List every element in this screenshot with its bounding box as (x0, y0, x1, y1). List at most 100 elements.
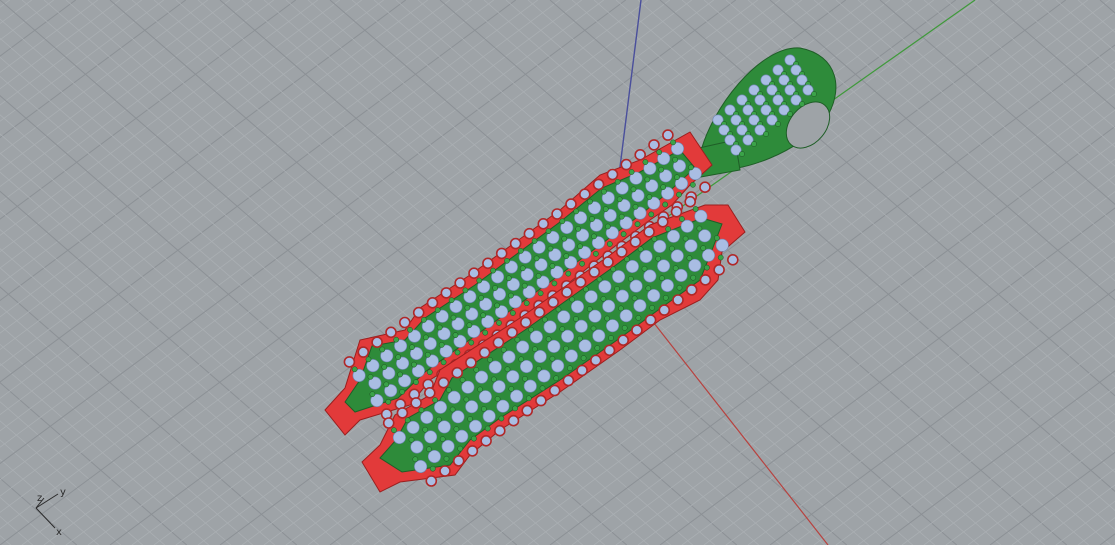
gemstone (475, 370, 489, 384)
prong (473, 367, 480, 373)
edge-gemstone (699, 181, 711, 193)
world-z-axis (618, 0, 642, 176)
prong (476, 277, 483, 284)
prong (614, 286, 620, 292)
gemstone (629, 279, 643, 293)
prong (606, 241, 613, 247)
prong (637, 246, 644, 253)
edge-gemstone (451, 366, 464, 379)
prong (583, 286, 589, 293)
edge-gemstone (506, 326, 518, 339)
edge-gemstone (482, 257, 494, 270)
prong (672, 265, 679, 272)
prong (644, 176, 651, 183)
gemstone (533, 349, 547, 363)
pendant-bail[interactable] (689, 47, 839, 179)
prong (519, 265, 526, 272)
prong (506, 275, 512, 282)
prong (576, 335, 583, 342)
edge-gemstone (656, 216, 669, 228)
prong (490, 267, 496, 274)
gemstone (694, 209, 708, 223)
prong (508, 292, 514, 299)
prong (532, 346, 538, 353)
prong (587, 198, 593, 205)
edge-gemstone (521, 404, 534, 417)
gemstone (392, 430, 406, 444)
prong (669, 245, 675, 252)
grid-line (857, 0, 1115, 225)
grid-line (659, 0, 1115, 397)
edge-gemstone (643, 226, 655, 238)
edge-gemstone (523, 227, 536, 240)
prong (555, 306, 562, 313)
prong (478, 295, 485, 301)
prong (408, 436, 415, 443)
gemstone (492, 380, 506, 394)
prong (463, 396, 470, 403)
prong (457, 445, 464, 452)
prong (549, 355, 556, 362)
gemstone (584, 290, 598, 304)
grid-line (945, 419, 1115, 545)
gemstone (557, 310, 571, 324)
prong (459, 377, 466, 383)
gemstone (605, 319, 619, 333)
gemstone (519, 359, 533, 373)
prong (429, 465, 436, 472)
prong (594, 345, 601, 351)
gemstone (451, 410, 465, 424)
3d-viewport[interactable]: z y x (0, 0, 1115, 545)
gemstone (660, 278, 674, 292)
prong (686, 255, 693, 261)
edge-gemstone (423, 386, 436, 399)
gemstone (424, 430, 438, 444)
gemstone (670, 249, 684, 263)
viewport-canvas[interactable]: z y x (0, 0, 1115, 545)
prong (539, 385, 546, 392)
prong (642, 159, 649, 165)
gemstone (647, 288, 661, 302)
prong (496, 320, 502, 326)
prong (422, 426, 429, 433)
prong (383, 381, 390, 388)
prong (450, 314, 457, 321)
prong (676, 191, 682, 198)
grid-line (835, 337, 1115, 545)
prong (704, 264, 710, 271)
prong (714, 235, 720, 241)
gemstone (592, 329, 606, 343)
edge-gemstone (634, 149, 647, 161)
edge-gemstone (589, 354, 602, 367)
grid-line (923, 403, 1115, 545)
edge-gemstone (465, 356, 477, 369)
prong (593, 250, 599, 257)
gemstone (639, 250, 653, 264)
gemstone (633, 299, 647, 313)
prong (696, 225, 703, 232)
edge-gemstone (437, 376, 450, 389)
edge-gemstone (547, 296, 560, 309)
prong (418, 407, 425, 413)
edge-gemstone (672, 294, 684, 306)
prong (367, 373, 374, 380)
prong (692, 206, 699, 212)
gemstone (701, 248, 715, 262)
edge-gemstone (371, 336, 383, 349)
edge-gemstone (535, 394, 547, 407)
prong (391, 427, 397, 434)
gemstone (615, 289, 629, 303)
edge-gemstone (574, 276, 587, 289)
prong (413, 379, 419, 385)
prong (510, 310, 516, 316)
gemstone (502, 350, 516, 364)
prong (645, 285, 652, 292)
edge-gemstone (617, 334, 630, 347)
gemstone (684, 239, 698, 253)
prong (549, 263, 556, 269)
prong (467, 416, 473, 422)
gemstone (570, 300, 584, 314)
prong (424, 351, 431, 358)
prong (751, 141, 757, 147)
gemstone (482, 409, 496, 423)
